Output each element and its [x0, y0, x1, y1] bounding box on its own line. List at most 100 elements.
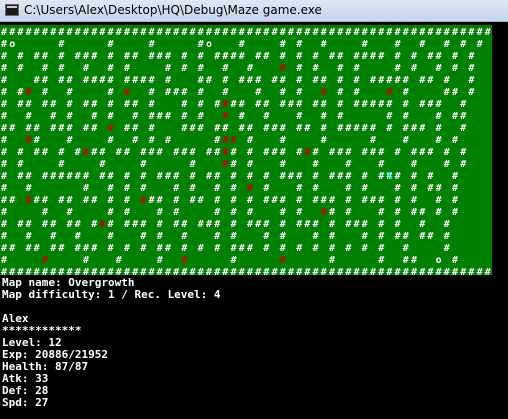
maze-wall: #	[181, 231, 187, 242]
maze-wall: #	[263, 267, 269, 275]
maze-wall: #	[67, 135, 73, 146]
maze-wall: #	[58, 39, 64, 50]
maze-wall: #	[231, 207, 237, 218]
maze-wall: #	[378, 219, 384, 230]
maze-wall: #	[239, 99, 245, 110]
maze-wall: #	[247, 207, 253, 218]
maze-wall: #	[263, 243, 269, 254]
maze-wall: #	[198, 51, 204, 62]
maze-wall: #	[313, 231, 319, 242]
maze-wall: #	[99, 267, 105, 275]
maze-wall: #	[247, 243, 253, 254]
maze-wall: #	[67, 207, 73, 218]
maze-wall: #	[272, 27, 278, 38]
maze-wall: #	[157, 207, 163, 218]
maze-wall: #	[222, 27, 228, 38]
maze-wall: #	[50, 219, 56, 230]
maze-wall: #	[280, 99, 286, 110]
maze-wall: #	[50, 123, 56, 134]
maze-wall: #	[337, 87, 343, 98]
console-window: C:\Users\Alex\Desktop\HQ\Debug\Maze game…	[0, 0, 508, 419]
maze-wall: #	[149, 195, 155, 206]
maze-wall: #	[403, 123, 409, 134]
maze-wall: #	[436, 111, 442, 122]
maze-wall: #	[239, 243, 245, 254]
maze-wall: #	[108, 27, 114, 38]
maze-wall: #	[165, 111, 171, 122]
console-app-icon[interactable]	[5, 4, 19, 16]
maze-wall: #	[124, 63, 130, 74]
maze-wall: #	[157, 219, 163, 230]
maze-wall: #	[444, 39, 450, 50]
maze-wall: #	[436, 99, 442, 110]
maze-wall: #	[370, 27, 376, 38]
maze-wall: #	[296, 39, 302, 50]
maze-wall: #	[329, 51, 335, 62]
maze-wall: #	[222, 63, 228, 74]
maze-wall: #	[419, 99, 425, 110]
maze-wall: #	[247, 267, 253, 275]
maze-wall: #	[321, 39, 327, 50]
maze-wall: #	[214, 183, 220, 194]
maze-wall: #	[17, 267, 23, 275]
maze-wall: #	[34, 147, 40, 158]
enemy-marker: #	[42, 255, 48, 266]
maze-wall: #	[34, 123, 40, 134]
maze-wall: #	[436, 63, 442, 74]
maze-wall: #	[214, 123, 220, 134]
maze-wall: #	[42, 51, 48, 62]
maze-wall: #	[42, 87, 48, 98]
maze-wall: #	[427, 75, 433, 86]
maze-wall: #	[83, 75, 89, 86]
maze-wall: #	[198, 195, 204, 206]
maze-wall: #	[231, 99, 237, 110]
maze-wall: #	[337, 123, 343, 134]
maze-wall: #	[255, 219, 261, 230]
maze-wall: #	[157, 255, 163, 266]
enemy-marker: #	[304, 147, 310, 158]
maze-wall: #	[91, 111, 97, 122]
maze-wall: #	[108, 51, 114, 62]
maze-wall: #	[198, 39, 204, 50]
maze-wall: #	[444, 147, 450, 158]
maze-wall: #	[91, 195, 97, 206]
enemy-marker: #	[181, 255, 187, 266]
maze-wall: #	[403, 75, 409, 86]
maze-wall: #	[9, 267, 15, 275]
maze-wall: #	[247, 195, 253, 206]
maze-wall: #	[1, 147, 7, 158]
maze-wall: #	[157, 27, 163, 38]
maze-wall: #	[345, 207, 351, 218]
maze-wall: #	[165, 75, 171, 86]
maze-wall: #	[272, 267, 278, 275]
maze-wall: #	[419, 75, 425, 86]
maze-wall: #	[370, 267, 376, 275]
maze-wall: #	[386, 123, 392, 134]
maze-wall: #	[91, 99, 97, 110]
maze-wall: #	[157, 111, 163, 122]
maze-wall: #	[50, 243, 56, 254]
maze-wall: #	[26, 243, 32, 254]
title-bar[interactable]: C:\Users\Alex\Desktop\HQ\Debug\Maze game…	[0, 0, 508, 22]
maze-wall: #	[436, 27, 442, 38]
console-area[interactable]: # # # # # # # # # # # # # # # # # # # # # # # # # # # # # # # # # # # # # # # #…	[0, 22, 508, 419]
maze-wall: #	[419, 231, 425, 242]
enemy-marker: #	[222, 147, 228, 158]
maze-wall: #	[206, 147, 212, 158]
maze-wall: #	[140, 267, 146, 275]
maze-wall: #	[370, 75, 376, 86]
maze-wall: #	[198, 87, 204, 98]
maze-wall: #	[411, 159, 417, 170]
maze-wall: #	[132, 135, 138, 146]
maze-wall: #	[83, 195, 89, 206]
maze-wall: #	[17, 51, 23, 62]
maze-wall: #	[386, 99, 392, 110]
maze-wall: #	[58, 147, 64, 158]
map-difficulty-line: Map difficulty: 1 / Rec. Level: 4	[2, 288, 221, 301]
maze-wall: #	[362, 267, 368, 275]
maze-wall: #	[165, 243, 171, 254]
maze-wall: #	[321, 27, 327, 38]
maze-wall: #	[214, 207, 220, 218]
maze-wall: #	[460, 99, 466, 110]
